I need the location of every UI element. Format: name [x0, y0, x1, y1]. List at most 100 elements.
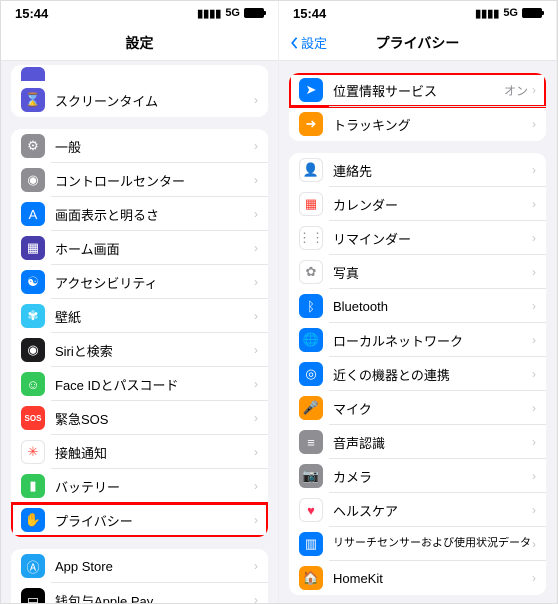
row-label: スクリーンタイム: [55, 91, 254, 110]
row-research[interactable]: ▥ リサーチセンサーおよび使用状況データ ›: [289, 527, 546, 561]
exposure-icon: ✳: [21, 440, 45, 464]
row-speech[interactable]: ≡ 音声認識 ›: [289, 425, 546, 459]
row-contacts[interactable]: 👤 連絡先 ›: [289, 153, 546, 187]
row-label: アクセシビリティ: [55, 273, 254, 292]
network-label: 5G: [503, 7, 518, 19]
chevron-right-icon: ›: [532, 83, 536, 97]
page-title: 設定: [126, 33, 154, 53]
row-label: マイク: [333, 399, 532, 418]
chevron-right-icon: ›: [532, 299, 536, 313]
row-label: カメラ: [333, 467, 532, 486]
row-wallpaper[interactable]: ✾ 壁紙 ›: [11, 299, 268, 333]
row-privacy[interactable]: ✋ プライバシー ›: [11, 503, 268, 537]
chevron-right-icon: ›: [254, 377, 258, 391]
chevron-right-icon: ›: [254, 559, 258, 573]
privacy-list[interactable]: ➤ 位置情報サービス オン › ➜ トラッキング › 👤 連絡先 › ▦ カレン…: [279, 61, 556, 603]
status-right: ▮▮▮▮ 5G: [475, 7, 542, 20]
chart-icon: ▥: [299, 532, 323, 556]
row-display[interactable]: A 画面表示と明るさ ›: [11, 197, 268, 231]
row-siri[interactable]: ◉ Siriと検索 ›: [11, 333, 268, 367]
hourglass-icon: ⌛: [21, 88, 45, 112]
row-calendar[interactable]: ▦ カレンダー ›: [289, 187, 546, 221]
status-bar: 15:44 ▮▮▮▮ 5G: [279, 1, 556, 25]
page-title: プライバシー: [376, 33, 460, 53]
chevron-right-icon: ›: [254, 173, 258, 187]
row-label: リマインダー: [333, 229, 532, 248]
row-label: Siriと検索: [55, 341, 254, 360]
row-label: 一般: [55, 137, 254, 156]
row-home-screen[interactable]: ▦ ホーム画面 ›: [11, 231, 268, 265]
chevron-right-icon: ›: [532, 333, 536, 347]
chevron-right-icon: ›: [254, 445, 258, 459]
row-camera[interactable]: 📷 カメラ ›: [289, 459, 546, 493]
row-label: ヘルスケア: [333, 501, 532, 520]
row-label: 写真: [333, 263, 532, 282]
row-bluetooth[interactable]: ᛒ Bluetooth ›: [289, 289, 546, 323]
chevron-right-icon: ›: [532, 401, 536, 415]
settings-list[interactable]: ⌛ スクリーンタイム › ⚙ 一般 › ◉ コントロールセンター › A 画面表…: [1, 61, 278, 603]
faceid-icon: ☺: [21, 372, 45, 396]
waveform-icon: ≡: [299, 430, 323, 454]
status-bar: 15:44 ▮▮▮▮ 5G: [1, 1, 278, 25]
row-appstore[interactable]: Ⓐ App Store ›: [11, 549, 268, 583]
row-sos[interactable]: SOS 緊急SOS ›: [11, 401, 268, 435]
row-faceid[interactable]: ☺ Face IDとパスコード ›: [11, 367, 268, 401]
reminders-icon: ⋮⋮: [299, 226, 323, 250]
chevron-right-icon: ›: [532, 197, 536, 211]
tracking-icon: ➜: [299, 112, 323, 136]
back-button[interactable]: 設定: [287, 33, 327, 52]
nav-bar: 設定: [1, 25, 278, 61]
home-icon: 🏠: [299, 566, 323, 590]
row-label: 钱包与Apple Pay: [55, 591, 254, 604]
network-label: 5G: [225, 7, 240, 19]
row-mic[interactable]: 🎤 マイク ›: [289, 391, 546, 425]
chevron-right-icon: ›: [254, 275, 258, 289]
chevron-left-icon: [287, 36, 301, 50]
row-health[interactable]: ♥ ヘルスケア ›: [289, 493, 546, 527]
hand-icon: ✋: [21, 508, 45, 532]
chevron-right-icon: ›: [254, 593, 258, 603]
chevron-right-icon: ›: [532, 231, 536, 245]
chevron-right-icon: ›: [532, 117, 536, 131]
row-label: 接触通知: [55, 443, 254, 462]
row-location[interactable]: ➤ 位置情報サービス オン ›: [289, 73, 546, 107]
row-accessibility[interactable]: ☯ アクセシビリティ ›: [11, 265, 268, 299]
row-battery[interactable]: ▮ バッテリー ›: [11, 469, 268, 503]
row-label: ホーム画面: [55, 239, 254, 258]
chevron-right-icon: ›: [254, 513, 258, 527]
status-time: 15:44: [15, 6, 48, 21]
chevron-right-icon: ›: [254, 93, 258, 107]
calendar-icon: ▦: [299, 192, 323, 216]
privacy-screen: 15:44 ▮▮▮▮ 5G 設定 プライバシー ➤ 位置情報サービス オン › …: [279, 1, 557, 603]
battery-icon: [244, 8, 264, 18]
battery-icon: [522, 8, 542, 18]
row-exposure[interactable]: ✳ 接触通知 ›: [11, 435, 268, 469]
row-label: Face IDとパスコード: [55, 375, 254, 394]
chevron-right-icon: ›: [532, 163, 536, 177]
row-nearby[interactable]: ◎ 近くの機器との連携 ›: [289, 357, 546, 391]
row-tracking[interactable]: ➜ トラッキング ›: [289, 107, 546, 141]
location-arrow-icon: ➤: [299, 78, 323, 102]
camera-icon: 📷: [299, 464, 323, 488]
row-general[interactable]: ⚙ 一般 ›: [11, 129, 268, 163]
chevron-right-icon: ›: [532, 503, 536, 517]
row-reminders[interactable]: ⋮⋮ リマインダー ›: [289, 221, 546, 255]
row-localnet[interactable]: 🌐 ローカルネットワーク ›: [289, 323, 546, 357]
status-right: ▮▮▮▮ 5G: [197, 7, 264, 20]
row-screen-time[interactable]: ⌛ スクリーンタイム ›: [11, 83, 268, 117]
row-label: トラッキング: [333, 115, 532, 134]
partial-row-top[interactable]: [11, 65, 268, 83]
back-label: 設定: [301, 33, 327, 52]
photos-icon: ✿: [299, 260, 323, 284]
chevron-right-icon: ›: [254, 309, 258, 323]
row-label: 近くの機器との連携: [333, 365, 532, 384]
grid-icon: ▦: [21, 236, 45, 260]
row-control-center[interactable]: ◉ コントロールセンター ›: [11, 163, 268, 197]
chevron-right-icon: ›: [532, 435, 536, 449]
row-photos[interactable]: ✿ 写真 ›: [289, 255, 546, 289]
row-wallet[interactable]: ▭ 钱包与Apple Pay ›: [11, 583, 268, 603]
gear-icon: ⚙: [21, 134, 45, 158]
siri-icon: ◉: [21, 338, 45, 362]
chevron-right-icon: ›: [254, 139, 258, 153]
row-homekit[interactable]: 🏠 HomeKit ›: [289, 561, 546, 595]
